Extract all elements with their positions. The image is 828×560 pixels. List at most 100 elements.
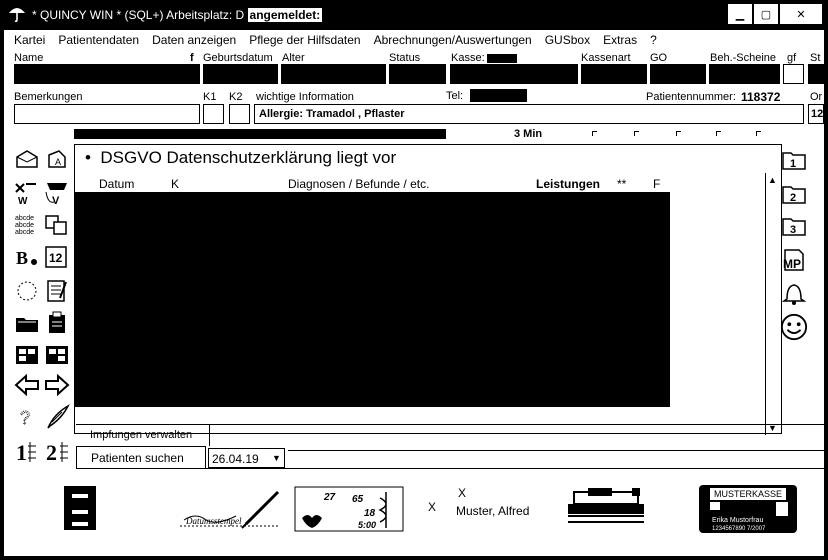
entries-list[interactable] [75, 192, 670, 407]
geburtsdatum-field[interactable] [203, 64, 278, 84]
numbered-sheet-icon[interactable]: 12 [44, 244, 70, 270]
cabinet-alt-icon[interactable] [44, 342, 70, 368]
gf-checkbox[interactable] [783, 64, 804, 84]
menu-daten-anzeigen[interactable]: Daten anzeigen [152, 33, 236, 47]
medication-plan-icon[interactable]: MP [780, 246, 808, 272]
svg-text:18: 18 [364, 508, 376, 519]
gender-label: f [190, 52, 194, 64]
tick-mark [716, 131, 721, 136]
menu-patientendaten[interactable]: Patientendaten [58, 33, 139, 47]
svg-text:V: V [52, 195, 60, 206]
col-diagnosen[interactable]: Diagnosen / Befunde / etc. [288, 177, 429, 191]
svg-text:2: 2 [790, 192, 796, 204]
tab-patienten-suchen[interactable]: Patienten suchen [76, 446, 206, 468]
k2-checkbox[interactable] [229, 104, 250, 124]
folder-tab-1[interactable]: 1 [780, 146, 808, 172]
w-tool-icon[interactable]: W [14, 180, 40, 206]
scroll-up-icon[interactable]: ▲ [768, 175, 777, 185]
clipboard-icon[interactable] [44, 310, 70, 336]
letter-a-icon[interactable]: A [44, 146, 70, 172]
svg-text:5:00: 5:00 [358, 520, 376, 530]
bell-icon[interactable] [780, 280, 808, 306]
menu-pflege-hilfsdaten[interactable]: Pflege der Hilfsdaten [249, 33, 360, 47]
lab-values-icon[interactable]: 27 65 18 5:00 [294, 486, 404, 535]
folder-tab-2[interactable]: 2 [780, 180, 808, 206]
svg-text:27: 27 [323, 492, 336, 503]
umbrella-icon [9, 8, 25, 23]
col-f[interactable]: F [653, 177, 660, 191]
svg-text:B: B [16, 248, 28, 268]
smiley-icon[interactable] [780, 310, 808, 344]
windows-icon[interactable] [44, 212, 70, 238]
kassenart-label: Kassenart [581, 52, 631, 64]
svg-text:1: 1 [16, 440, 27, 464]
menu-kartei[interactable]: Kartei [14, 33, 45, 47]
wichtige-information-field[interactable]: Allergie: Tramadol , Pflaster [254, 104, 804, 124]
number-one-icon[interactable]: 1 [14, 438, 40, 464]
printer-icon[interactable] [562, 486, 652, 533]
name-field[interactable] [14, 64, 200, 84]
dotted-circle-icon[interactable] [14, 278, 40, 304]
allergie-text: Allergie: Tramadol , Pflaster [259, 108, 405, 120]
quill-icon[interactable] [44, 404, 70, 430]
st-label: St [810, 52, 821, 64]
right-truncated-field[interactable]: 12 [808, 104, 824, 124]
tab-impfungen[interactable]: Impfungen verwalten [76, 424, 210, 446]
k1-checkbox[interactable] [203, 104, 224, 124]
dsgvo-notice: • DSGVO Datenschutzerklärung liegt vor [85, 148, 397, 167]
bottom-rule-2 [76, 468, 824, 469]
col-leistungen[interactable]: Leistungen [536, 177, 600, 191]
status-label: Status [389, 52, 421, 64]
insurance-card-icon[interactable]: MUSTERKASSE Erika Mustorfrau 1234567890 7/… [698, 484, 798, 537]
cabinet-drawers-icon[interactable] [62, 484, 98, 535]
go-field[interactable] [650, 64, 706, 84]
svg-text:abcde: abcde [15, 222, 34, 229]
envelope-icon[interactable] [14, 146, 40, 172]
help-dotted-icon[interactable]: ? [14, 404, 40, 430]
kasse-field[interactable] [450, 64, 578, 84]
menu-gusbox[interactable]: GUSbox [545, 33, 590, 47]
cabinet-icon[interactable] [14, 342, 40, 368]
kassenart-field[interactable] [581, 64, 647, 84]
col-k[interactable]: K [171, 177, 179, 191]
svg-text:Datumsstempel: Datumsstempel [185, 516, 242, 526]
svg-text:3: 3 [790, 224, 796, 236]
bemerkungen-field[interactable] [14, 104, 200, 124]
menu-extras[interactable]: Extras [603, 33, 637, 47]
menu-help[interactable]: ? [650, 33, 657, 47]
number-two-icon[interactable]: 2 [44, 438, 70, 464]
arrow-right-icon[interactable] [44, 372, 70, 398]
svg-text:1: 1 [790, 158, 796, 170]
checklist-icon[interactable] [44, 278, 70, 304]
text-list-icon[interactable]: abcde abcde abcde [14, 212, 40, 238]
status-field[interactable] [389, 64, 446, 84]
window-title: * QUINCY WIN * (SQL+) Arbeitsplatz: D an… [32, 8, 323, 22]
beh-scheine-field[interactable] [709, 64, 780, 84]
title-bar: * QUINCY WIN * (SQL+) Arbeitsplatz: D an… [0, 0, 828, 30]
st-field[interactable] [808, 64, 824, 84]
signature-stamp-icon[interactable]: Datumsstempel [176, 486, 286, 535]
date-dropdown[interactable]: 26.04.19 ▼ [208, 448, 285, 468]
maximize-button[interactable]: ▢ [754, 4, 778, 24]
kasse-label: Kasse: [451, 52, 485, 64]
bottom-rule [288, 450, 824, 451]
col-datum[interactable]: Datum [99, 177, 134, 191]
or-label: Or [810, 91, 823, 103]
close-button[interactable]: ✕ [780, 4, 822, 24]
svg-text:A: A [55, 157, 61, 167]
minimize-button[interactable]: ▁ [728, 4, 752, 24]
svg-text:Erika Mustorfrau: Erika Mustorfrau [712, 517, 763, 524]
patientennummer-value: 118372 [741, 90, 781, 104]
folder-tab-3[interactable]: 3 [780, 212, 808, 238]
b-document-icon[interactable]: B [14, 244, 40, 270]
svg-text:?: ? [20, 408, 30, 428]
menu-abrechnungen[interactable]: Abrechnungen/Auswertungen [374, 33, 532, 47]
folder-open-icon[interactable] [14, 310, 40, 336]
alter-field[interactable] [281, 64, 386, 84]
tel-label: Tel: [446, 90, 464, 102]
vertical-scrollbar[interactable]: ▲ ▼ [765, 173, 779, 435]
svg-text:2: 2 [46, 440, 57, 464]
col-stars[interactable]: ** [617, 177, 626, 191]
v-tool-icon[interactable]: V [44, 180, 70, 206]
arrow-left-icon[interactable] [14, 372, 40, 398]
